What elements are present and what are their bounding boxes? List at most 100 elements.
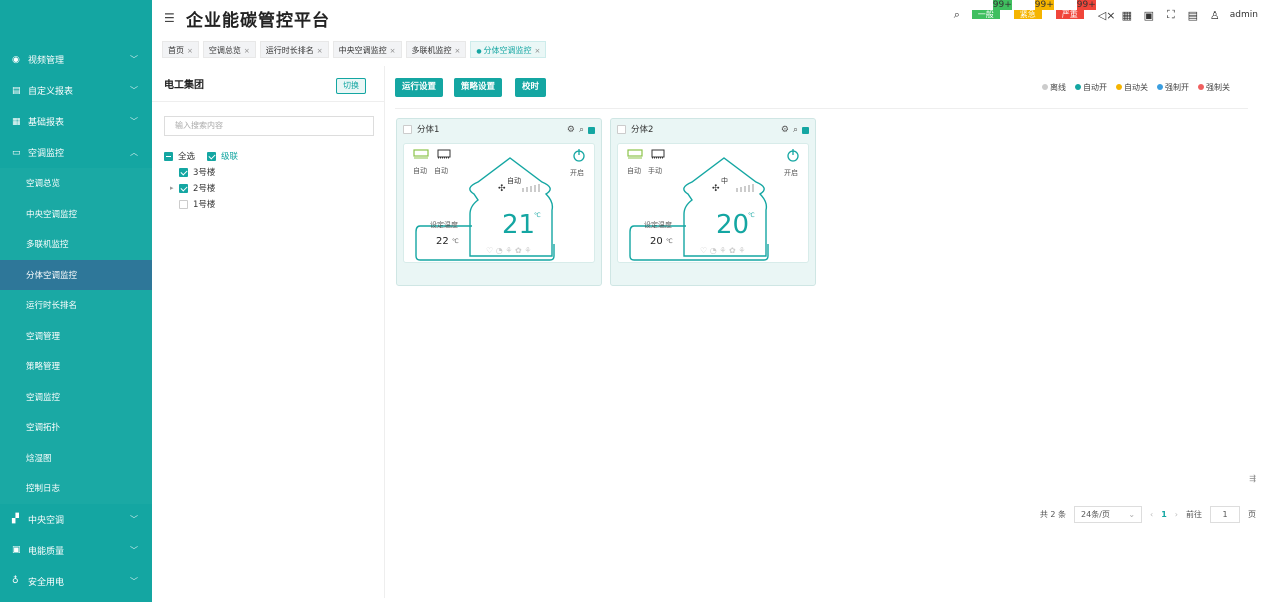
ac-unit-card[interactable]: 分体1 ⚙ ⌕ 自动 自动 开启 自动 ✣ 设定温度 22 ℃ 21 ℃ ♡ ◔ ⚘ ✿ ⚘ (396, 118, 602, 286)
sidebar-subitem[interactable]: 中央空调监控 (0, 199, 152, 230)
current-temp: 20 (716, 210, 750, 240)
page-size-select[interactable]: 24条/页 ⌄ (1074, 506, 1143, 523)
select-all-label[interactable]: 全选 (178, 150, 195, 162)
menu-toggle-icon[interactable]: ☰ (164, 11, 178, 25)
cascade-checkbox[interactable] (207, 151, 217, 161)
sidebar-subitem[interactable]: 运行时长排名 (0, 290, 152, 321)
sidebar-item[interactable]: ▣ 电能质量 ﹀ (0, 535, 152, 566)
alert-item[interactable]: 严重 99+ (1055, 0, 1096, 22)
select-all-checkbox[interactable] (164, 151, 173, 161)
close-icon[interactable]: × (390, 47, 396, 55)
sidebar-item[interactable]: ♁ 安全用电 ﹀ (0, 566, 152, 597)
tab-label: 多联机监控 (411, 45, 452, 55)
chevron-down-icon: ﹀ (130, 86, 138, 95)
tab-4[interactable]: 多联机监控 × (405, 40, 467, 58)
sidebar-subitem[interactable]: 空调监控 (0, 382, 152, 413)
alert-badge[interactable]: 严重 (1055, 10, 1084, 19)
fullscreen-icon[interactable]: ⛶ (1164, 8, 1178, 22)
skin-icon[interactable]: ♙ (1208, 9, 1222, 22)
topbar: ☰ 企业能碳管控平台 ⌕ 一般 99+ 紧急 99+ 严重 99+ ◁× ▦ ▣ ⛶ ▤ … (152, 0, 1268, 36)
tab-5[interactable]: ● 分体空调监控 × (470, 40, 547, 58)
unit: ℃ (452, 238, 459, 245)
switch-button[interactable]: 切换 (336, 78, 366, 94)
tab-2[interactable]: 运行时长排名 × (259, 40, 329, 58)
tree-checkbox[interactable] (179, 183, 188, 193)
legend-label: 自动开 (1083, 83, 1107, 92)
tab-1[interactable]: 空调总览 × (202, 40, 256, 58)
tree-checkbox[interactable] (179, 167, 188, 177)
settings-icon[interactable]: ⚙ (781, 125, 789, 135)
sidebar-item[interactable]: ▤ 自定义报表 ﹀ (0, 75, 152, 106)
goto-page-input[interactable]: 1 (1210, 506, 1240, 523)
close-icon[interactable]: × (455, 47, 461, 55)
alert-item[interactable]: 一般 99+ (971, 0, 1012, 22)
sidebar-item-label: 基础报表 (28, 118, 65, 128)
ac-icon: ▭ (12, 147, 21, 158)
prev-page-icon[interactable]: ‹ (1150, 510, 1153, 519)
close-icon[interactable]: × (535, 47, 541, 55)
current-page[interactable]: 1 (1161, 510, 1167, 519)
tree-header-row: 全选 级联 (164, 148, 238, 164)
mute-icon[interactable]: ◁× (1098, 9, 1116, 22)
card-checkbox[interactable] (617, 124, 626, 134)
sidebar-subitem[interactable]: 焓湿图 (0, 443, 152, 474)
column-settings-icon[interactable]: ⇶ (1249, 474, 1256, 483)
status-legend: 离线 自动开 自动关 强制开 强制关 (1042, 82, 1230, 93)
sidebar-subitem[interactable]: 多联机监控 (0, 229, 152, 260)
screen-icon[interactable]: ▣ (1142, 9, 1156, 22)
tree-label: 2号楼 (193, 184, 216, 194)
status-dot-icon (1198, 84, 1204, 90)
tree-item[interactable]: 1号楼 (164, 196, 238, 212)
current-temp: 21 (502, 210, 536, 240)
cascade-label[interactable]: 级联 (221, 150, 238, 162)
unit: ℃ (748, 212, 755, 219)
tab-3[interactable]: 中央空调监控 × (332, 40, 402, 58)
fan-mode: 自动 (507, 177, 521, 185)
user-name[interactable]: admin (1230, 10, 1258, 20)
search-icon[interactable]: ⌕ (579, 125, 584, 135)
table-icon: ▦ (12, 116, 21, 127)
power-label[interactable]: 开启 (784, 168, 798, 178)
close-icon[interactable]: × (187, 47, 193, 55)
sidebar-item[interactable]: ▭ 空调监控 ︿ (0, 137, 152, 168)
sidebar-subitem[interactable]: 空调管理 (0, 321, 152, 352)
tree-item[interactable]: 3号楼 (164, 164, 238, 180)
sidebar-item[interactable]: ▦ 基础报表 ﹀ (0, 106, 152, 137)
search-input[interactable]: 输入搜索内容 (164, 116, 374, 136)
translate-icon[interactable]: ▤ (1186, 9, 1200, 22)
legend-item: 强制开 (1157, 82, 1189, 93)
power-label[interactable]: 开启 (570, 168, 584, 178)
fan-mode: 中 (721, 177, 728, 185)
tree-checkbox[interactable] (179, 199, 188, 209)
sidebar-subitem[interactable]: 控制日志 (0, 473, 152, 504)
status-dot-icon (1157, 84, 1163, 90)
run-settings-button[interactable]: 运行设置 (395, 78, 444, 97)
sidebar-subitem[interactable]: 策略管理 (0, 351, 152, 382)
sidebar-subitem[interactable]: 空调拓扑 (0, 412, 152, 443)
sidebar-item-label: 视频管理 (28, 56, 65, 66)
sidebar-item[interactable]: ▞ 中央空调 ﹀ (0, 504, 152, 535)
search-icon[interactable]: ⌕ (950, 8, 964, 22)
alert-badge[interactable]: 紧急 (1013, 10, 1042, 19)
tab-0[interactable]: 首页 × (162, 40, 199, 58)
settings-icon[interactable]: ⚙ (567, 125, 575, 135)
search-icon[interactable]: ⌕ (793, 125, 798, 135)
caret-right-icon[interactable]: ▸ (170, 184, 179, 192)
ac-unit-card[interactable]: 分体2 ⚙ ⌕ 自动 手动 开启中 ✣ 设定温度 20 ℃ 20 ℃ ♡ ◔ ⚘ ✿ ⚘ (610, 118, 816, 286)
close-icon[interactable]: × (317, 47, 323, 55)
alert-item[interactable]: 紧急 99+ (1013, 0, 1054, 22)
control-icons: ♡ ◔ ⚘ ✿ ⚘ (486, 246, 532, 255)
building-tree: 全选 级联 3号楼 ▸ 2号楼 1号楼 (164, 148, 238, 212)
next-page-icon[interactable]: › (1175, 510, 1178, 519)
sidebar-subitem[interactable]: 空调总览 (0, 168, 152, 199)
card-checkbox[interactable] (403, 124, 412, 134)
legend-item: 强制关 (1198, 82, 1230, 93)
time-sync-button[interactable]: 校时 (515, 78, 547, 97)
sidebar-subitem[interactable]: 分体空调监控 (0, 259, 152, 290)
strategy-settings-button[interactable]: 策略设置 (454, 78, 503, 97)
grid-icon[interactable]: ▦ (1120, 9, 1134, 22)
sidebar-item[interactable]: ◉ 视频管理 ﹀ (0, 44, 152, 75)
tree-item[interactable]: ▸ 2号楼 (164, 180, 238, 196)
alert-badge[interactable]: 一般 (971, 10, 1000, 19)
close-icon[interactable]: × (244, 47, 250, 55)
